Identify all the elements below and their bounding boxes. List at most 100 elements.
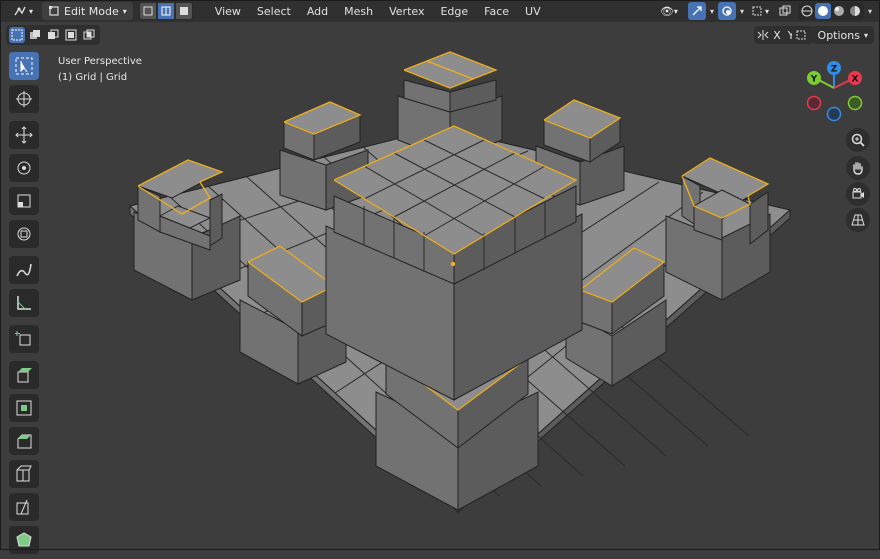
annotate-icon <box>16 263 32 277</box>
pan-button[interactable] <box>846 156 870 180</box>
vertex-select-icon <box>143 6 153 16</box>
transform-icon <box>17 227 31 241</box>
scale-icon <box>17 194 31 208</box>
move-icon <box>15 126 33 144</box>
chevron-down-icon: ▾ <box>673 6 678 16</box>
selection-mode-group <box>6 25 100 45</box>
viewport-info: User Perspective (1) Grid | Grid <box>58 54 142 86</box>
xray-icon <box>779 5 791 16</box>
tool-header: X Y Z Options ▾ <box>0 22 880 48</box>
gizmo-neg-z-handle[interactable] <box>826 106 842 122</box>
annotate-tool[interactable] <box>9 256 39 284</box>
gizmo-neg-y-handle[interactable] <box>847 95 863 111</box>
options-label: Options <box>817 28 860 42</box>
inset-icon <box>16 400 32 416</box>
edit-mode-icon <box>49 6 59 16</box>
zoom-button[interactable] <box>846 128 870 152</box>
bevel-icon <box>17 434 32 449</box>
bevel-tool[interactable] <box>9 427 39 455</box>
wireframe-shading-icon[interactable] <box>799 3 815 19</box>
vertex-select-button[interactable] <box>138 2 157 20</box>
inset-tool[interactable] <box>9 394 39 422</box>
menu-edge[interactable]: Edge <box>432 2 476 20</box>
extrude-tool[interactable] <box>9 361 39 389</box>
measure-tool[interactable] <box>9 289 39 317</box>
chevron-down-icon[interactable]: ▾ <box>868 7 872 16</box>
chevron-down-icon[interactable]: ▾ <box>740 7 744 16</box>
xray-toggle[interactable] <box>776 2 794 20</box>
loop-cut-icon <box>16 465 32 482</box>
knife-tool[interactable] <box>9 493 39 521</box>
rendered-shading-icon[interactable] <box>847 3 863 19</box>
camera-icon <box>852 188 864 199</box>
mesh-overlays-button[interactable]: ▾ <box>748 2 772 20</box>
camera-view-button[interactable] <box>846 182 870 206</box>
chevron-down-icon[interactable]: ▾ <box>710 7 714 16</box>
scale-tool[interactable] <box>9 187 39 215</box>
rotate-tool[interactable] <box>9 154 39 182</box>
menu-vertex[interactable]: Vertex <box>381 2 432 20</box>
menu-uv[interactable]: UV <box>517 2 549 20</box>
visibility-dropdown[interactable]: 👁 ▾ <box>654 2 684 20</box>
poly-build-icon <box>16 532 32 547</box>
chevron-down-icon: ▾ <box>122 6 127 16</box>
select-invert-icon[interactable] <box>63 27 79 43</box>
edge-select-icon <box>161 6 171 16</box>
select-new-icon[interactable] <box>9 27 25 43</box>
material-shading-icon[interactable] <box>831 3 847 19</box>
add-cube-icon <box>15 331 31 346</box>
perspective-toggle-button[interactable] <box>846 208 870 232</box>
eye-icon: 👁 <box>659 4 674 18</box>
rotate-icon <box>17 161 31 175</box>
options-dropdown[interactable]: Options ▾ <box>811 26 874 44</box>
loop-cut-tool[interactable] <box>9 460 39 488</box>
measure-icon <box>17 296 31 310</box>
left-toolbar <box>6 52 42 559</box>
edge-select-button[interactable] <box>156 2 175 20</box>
gizmo-neg-x-handle[interactable] <box>806 95 822 111</box>
mirror-icon <box>756 27 770 43</box>
menu-face[interactable]: Face <box>476 2 517 20</box>
hand-icon <box>853 162 863 175</box>
select-subtract-icon[interactable] <box>45 27 61 43</box>
select-mode-toggle <box>138 2 193 20</box>
add-cube-tool[interactable] <box>9 325 39 353</box>
mirror-x-toggle[interactable]: X <box>770 27 784 43</box>
chevron-down-icon: ▾ <box>764 6 769 16</box>
menu-select[interactable]: Select <box>249 2 299 20</box>
solid-shading-icon[interactable] <box>814 3 831 19</box>
select-extend-icon[interactable] <box>27 27 43 43</box>
editor-type-button[interactable]: ▾ <box>8 2 38 20</box>
menu-mesh[interactable]: Mesh <box>336 2 381 20</box>
view-name: User Perspective <box>58 56 142 67</box>
mode-dropdown[interactable]: Edit Mode ▾ <box>42 2 133 20</box>
mesh-edit-overlay-icon <box>752 6 762 16</box>
grid-perspective-icon <box>851 214 865 226</box>
uv-sync-button[interactable] <box>792 26 810 44</box>
navigation-gizmo[interactable]: Z Y X <box>800 58 870 124</box>
knife-icon <box>16 499 29 515</box>
transform-tool[interactable] <box>9 220 39 248</box>
uv-sync-icon <box>796 30 806 40</box>
gizmo-icon <box>692 6 702 16</box>
overlays-toggle[interactable] <box>717 2 736 20</box>
viewport-header: ▾ Edit Mode ▾ View Select Add Mesh Verte… <box>0 0 880 22</box>
move-tool[interactable] <box>9 121 39 149</box>
face-select-icon <box>179 7 188 15</box>
face-select-button[interactable] <box>174 2 193 20</box>
chevron-down-icon: ▾ <box>28 6 33 16</box>
menu-add[interactable]: Add <box>299 2 336 20</box>
chevron-down-icon: ▾ <box>863 30 868 40</box>
cursor-tool[interactable] <box>9 85 39 113</box>
editor-type-icon <box>14 6 26 16</box>
mode-label: Edit Mode <box>64 4 119 18</box>
gizmo-x-label: X <box>852 75 859 85</box>
gizmo-toggle[interactable] <box>687 2 706 20</box>
menu-view[interactable]: View <box>207 2 249 20</box>
cursor-icon <box>16 91 32 107</box>
zoom-icon <box>851 133 865 147</box>
object-name: (1) Grid | Grid <box>58 72 128 83</box>
overlays-icon <box>722 6 732 16</box>
select-intersect-icon[interactable] <box>81 27 97 43</box>
select-box-tool[interactable] <box>9 52 39 80</box>
